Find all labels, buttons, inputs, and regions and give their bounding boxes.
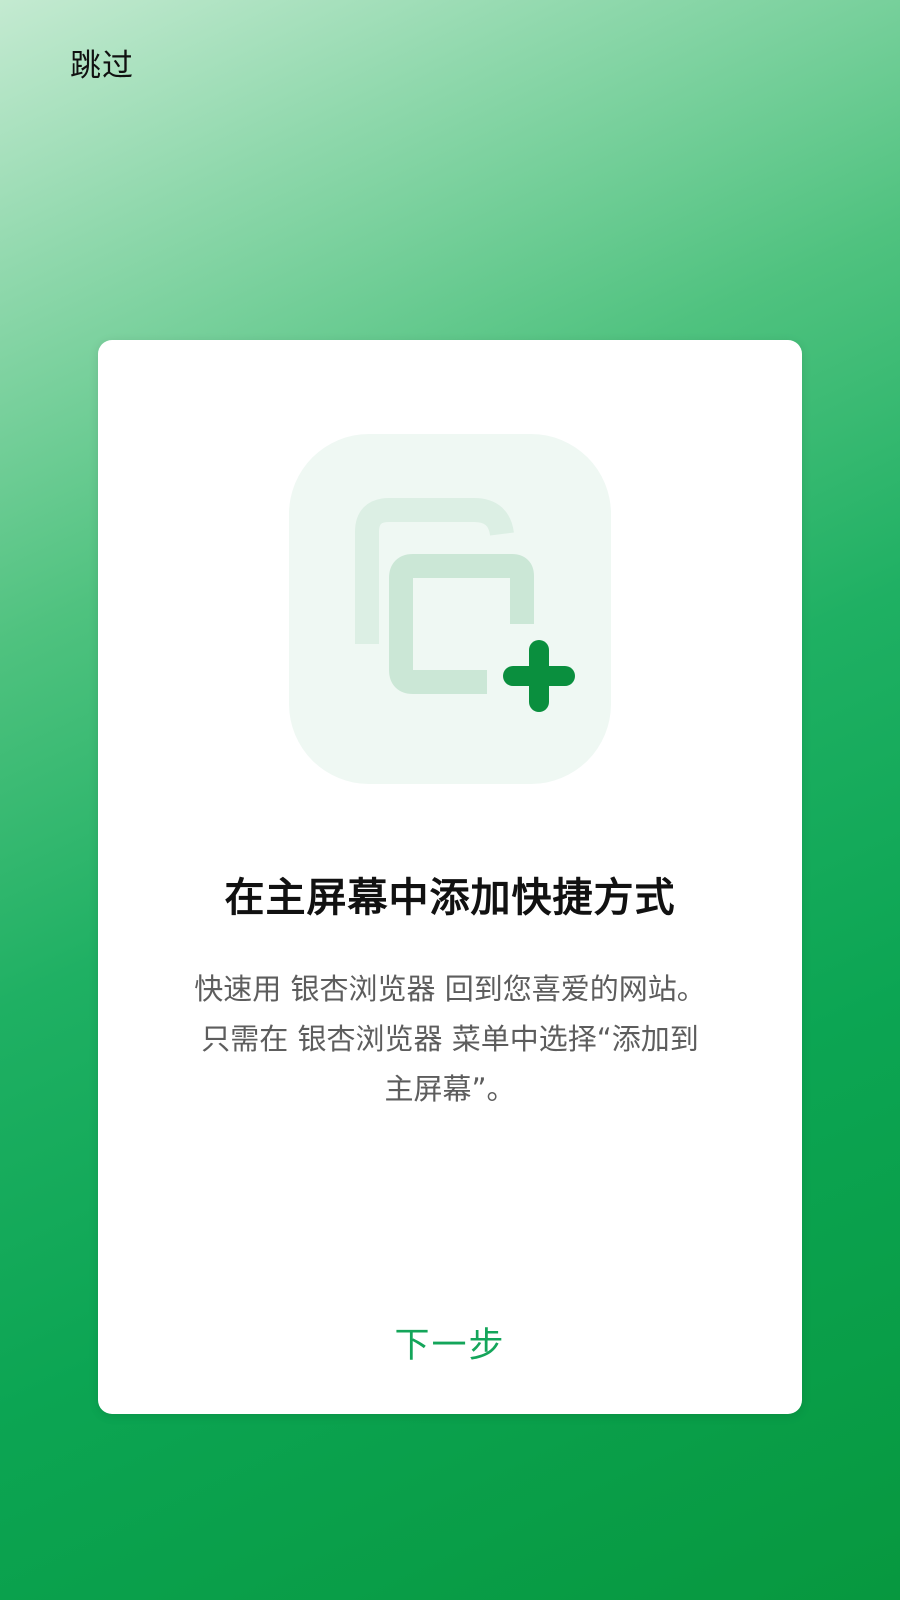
card-title: 在主屏幕中添加快捷方式 bbox=[224, 875, 676, 921]
next-step-button[interactable]: 下一步 bbox=[350, 1316, 550, 1376]
onboarding-card: 在主屏幕中添加快捷方式 快速用 银杏浏览器 回到您喜爱的网站。 只需在 银杏浏览… bbox=[98, 340, 802, 1414]
skip-button[interactable]: 跳过 bbox=[70, 44, 134, 88]
description-line: 主屏幕”。 bbox=[384, 1072, 516, 1106]
add-shortcut-icon bbox=[289, 434, 611, 784]
description-line: 快速用 银杏浏览器 回到您喜爱的网站。 bbox=[194, 972, 706, 1006]
description-line: 只需在 银杏浏览器 菜单中选择“添加到 bbox=[201, 1022, 699, 1056]
card-description: 快速用 银杏浏览器 回到您喜爱的网站。 只需在 银杏浏览器 菜单中选择“添加到 … bbox=[148, 964, 752, 1114]
